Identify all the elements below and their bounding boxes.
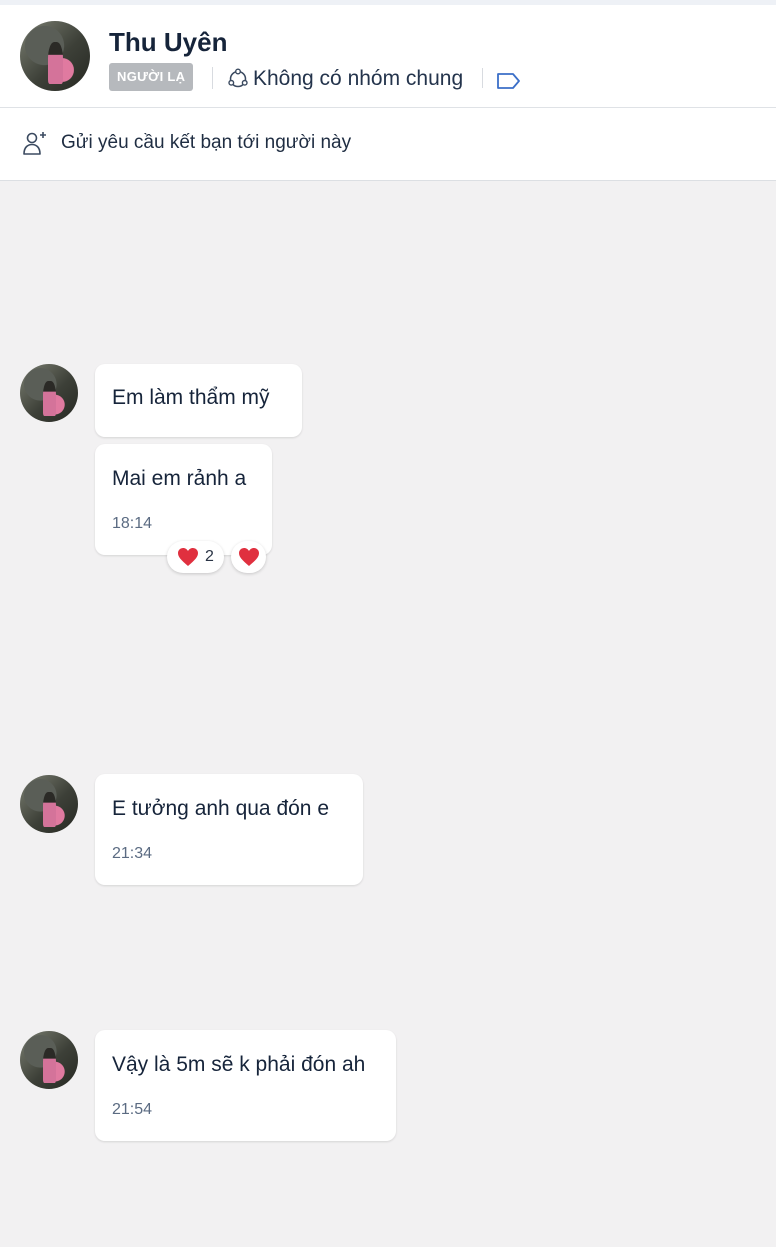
message-time: 21:34 [112, 845, 153, 862]
header-divider [212, 67, 213, 89]
friend-request-label: Gửi yêu cầu kết bạn tới người này [61, 132, 352, 153]
contact-avatar[interactable] [20, 21, 90, 91]
message-text: E tưởng anh qua đón e [112, 797, 329, 820]
stranger-badge: NGƯỜI LẠ [109, 63, 194, 91]
reaction-summary[interactable]: 2 [167, 541, 224, 573]
sender-avatar[interactable] [20, 1031, 78, 1089]
message-time: 18:14 [112, 515, 153, 532]
sender-avatar[interactable] [20, 364, 78, 422]
group-icon [228, 68, 248, 88]
common-groups-label: Không có nhóm chung [253, 67, 464, 90]
message-bubble[interactable]: E tưởng anh qua đón e 21:34 [95, 774, 363, 885]
message-text: Em làm thẩm mỹ [112, 386, 270, 409]
sender-avatar[interactable] [20, 775, 78, 833]
message-bubble[interactable]: Vậy là 5m sẽ k phải đón ah 21:54 [95, 1030, 396, 1141]
common-groups[interactable]: Không có nhóm chung [227, 66, 463, 92]
message-time: 21:54 [112, 1101, 153, 1118]
header-divider [482, 68, 483, 88]
tag-icon[interactable] [496, 72, 522, 90]
chat-header: Thu Uyên NGƯỜI LẠ Không có nhóm chung [0, 5, 776, 108]
react-button[interactable] [231, 541, 266, 573]
contact-name[interactable]: Thu Uyên [109, 27, 227, 58]
heart-emoji-icon [178, 548, 199, 566]
message-bubble[interactable]: Em làm thẩm mỹ [95, 364, 302, 437]
heart-emoji-icon [238, 548, 259, 566]
message-text: Mai em rảnh a [112, 467, 247, 490]
message-bubble[interactable]: Mai em rảnh a 18:14 [95, 444, 272, 555]
reaction-count: 2 [205, 548, 214, 565]
friend-request-bar[interactable]: Gửi yêu cầu kết bạn tới người này [0, 108, 776, 181]
add-friend-icon [23, 132, 46, 155]
message-text: Vậy là 5m sẽ k phải đón ah [112, 1053, 366, 1076]
